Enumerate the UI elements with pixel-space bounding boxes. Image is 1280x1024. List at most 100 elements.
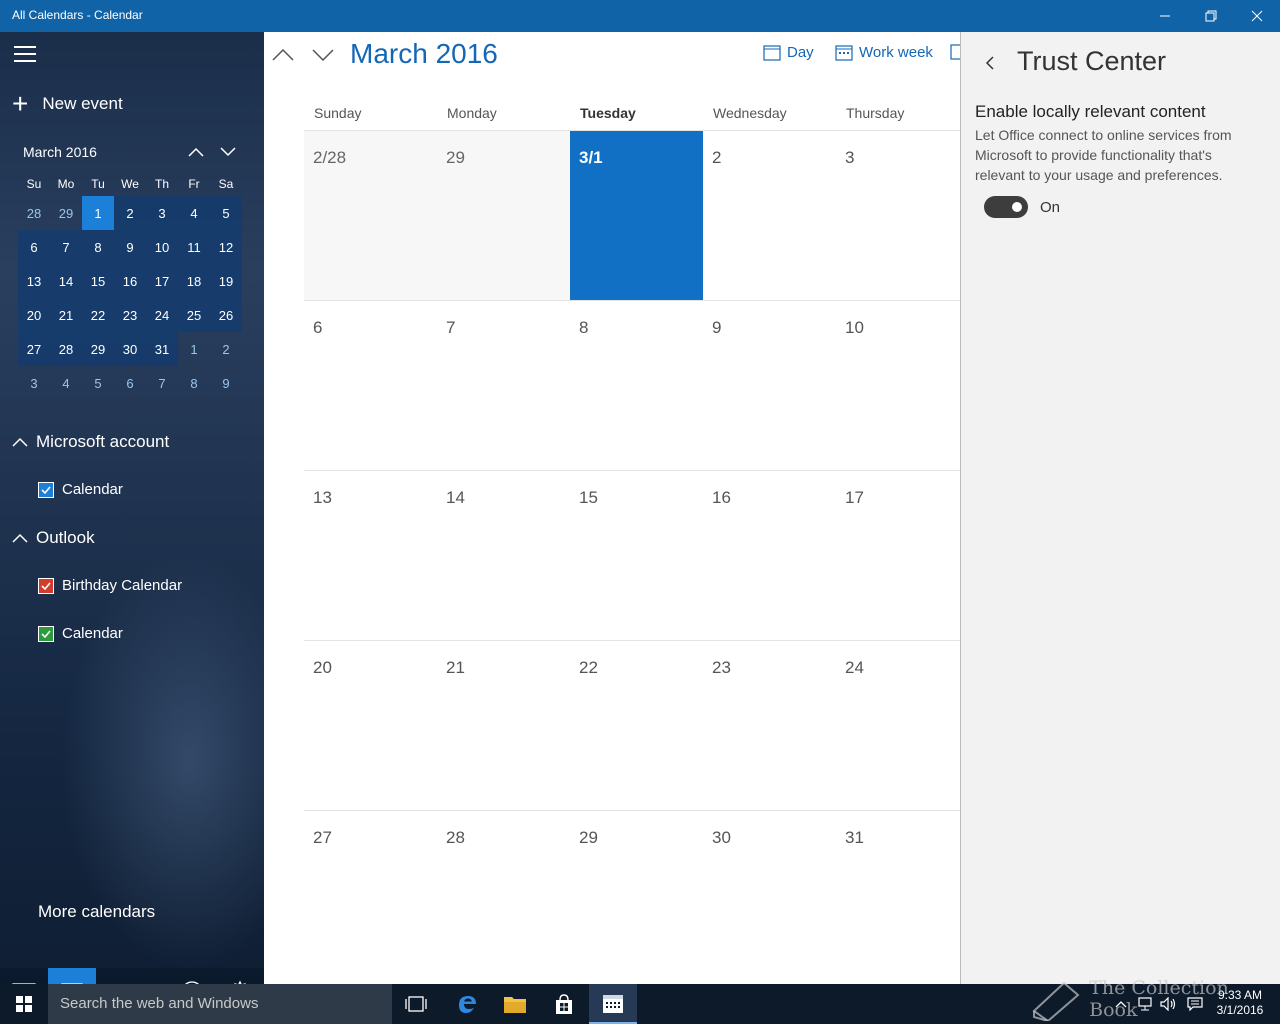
mini-calendar-next-button[interactable] [216, 142, 240, 162]
week-view-button[interactable] [950, 44, 960, 60]
mini-calendar-day[interactable]: 26 [210, 298, 242, 332]
mail-button[interactable] [0, 968, 48, 984]
close-button[interactable] [1234, 0, 1280, 32]
checkbox-checked-icon[interactable] [38, 481, 54, 498]
mini-calendar-day[interactable]: 23 [114, 298, 146, 332]
checkbox-checked-icon[interactable] [38, 625, 54, 642]
day-cell[interactable]: 3 [836, 130, 960, 300]
mini-calendar-day[interactable]: 10 [146, 230, 178, 264]
day-cell[interactable]: 20 [304, 640, 437, 810]
day-cell[interactable]: 2/28 [304, 130, 437, 300]
back-arrow-icon[interactable] [981, 54, 999, 72]
mini-calendar-day[interactable]: 2 [114, 196, 146, 230]
day-cell[interactable]: 9 [703, 300, 836, 470]
taskbar-search-input[interactable]: Search the web and Windows [48, 984, 392, 1024]
calendar-toggle-birthday-calendar[interactable]: Birthday Calendar [38, 577, 182, 594]
settings-button[interactable] [216, 968, 264, 984]
mini-calendar-day[interactable]: 11 [178, 230, 210, 264]
mini-calendar-day[interactable]: 27 [18, 332, 50, 366]
file-explorer-button[interactable] [491, 984, 539, 1024]
previous-month-button[interactable] [270, 44, 296, 66]
mini-calendar-day[interactable]: 5 [210, 196, 242, 230]
store-button[interactable] [540, 984, 588, 1024]
day-cell[interactable]: 29 [437, 130, 570, 300]
mini-calendar-day[interactable]: 29 [82, 332, 114, 366]
mini-calendar-day[interactable]: 4 [50, 366, 82, 400]
minimize-button[interactable] [1142, 0, 1188, 32]
day-cell[interactable]: 23 [703, 640, 836, 810]
day-cell[interactable]: 21 [437, 640, 570, 810]
day-cell[interactable]: 3/1 [570, 130, 703, 300]
new-event-button[interactable]: + New event [12, 90, 123, 118]
group-microsoft-account[interactable]: Microsoft account [12, 432, 169, 452]
checkbox-checked-icon[interactable] [38, 577, 54, 594]
day-cell[interactable]: 27 [304, 810, 437, 980]
mini-calendar-day[interactable]: 12 [210, 230, 242, 264]
mini-calendar-day[interactable]: 6 [114, 366, 146, 400]
mini-calendar-day[interactable]: 1 [178, 332, 210, 366]
mini-calendar-prev-button[interactable] [184, 142, 208, 162]
mini-calendar-day[interactable]: 28 [50, 332, 82, 366]
day-cell[interactable]: 14 [437, 470, 570, 640]
day-cell[interactable]: 7 [437, 300, 570, 470]
mini-calendar-day[interactable]: 30 [114, 332, 146, 366]
mini-calendar-day[interactable]: 19 [210, 264, 242, 298]
mini-calendar-day[interactable]: 22 [82, 298, 114, 332]
mini-calendar-day[interactable]: 20 [18, 298, 50, 332]
calendar-toggle-outlook-calendar[interactable]: Calendar [38, 625, 123, 642]
calendar-button[interactable] [48, 968, 96, 984]
mini-calendar-day[interactable]: 6 [18, 230, 50, 264]
mini-calendar-day[interactable]: 29 [50, 196, 82, 230]
day-cell[interactable]: 2 [703, 130, 836, 300]
work-week-view-button[interactable]: Work week [835, 44, 933, 61]
day-cell[interactable]: 28 [437, 810, 570, 980]
hamburger-menu-icon[interactable] [14, 46, 36, 62]
day-cell[interactable]: 22 [570, 640, 703, 810]
mini-calendar-day[interactable]: 4 [178, 196, 210, 230]
day-view-button[interactable]: Day [763, 44, 814, 61]
mini-calendar-day[interactable]: 31 [146, 332, 178, 366]
mini-calendar-day[interactable]: 28 [18, 196, 50, 230]
mini-calendar-day[interactable]: 17 [146, 264, 178, 298]
mini-calendar-day[interactable]: 3 [146, 196, 178, 230]
mini-calendar-day[interactable]: 3 [18, 366, 50, 400]
start-button[interactable] [0, 984, 48, 1024]
day-cell[interactable]: 8 [570, 300, 703, 470]
mini-calendar-day[interactable]: 2 [210, 332, 242, 366]
mini-calendar-day[interactable]: 5 [82, 366, 114, 400]
more-calendars-link[interactable]: More calendars [38, 902, 155, 922]
day-cell[interactable]: 13 [304, 470, 437, 640]
mini-calendar-day[interactable]: 24 [146, 298, 178, 332]
group-outlook[interactable]: Outlook [12, 528, 95, 548]
mini-calendar-day[interactable]: 1 [82, 196, 114, 230]
day-cell[interactable]: 16 [703, 470, 836, 640]
edge-button[interactable] [443, 984, 491, 1024]
mini-calendar-day[interactable]: 15 [82, 264, 114, 298]
day-cell[interactable]: 30 [703, 810, 836, 980]
calendar-app-button[interactable] [589, 984, 637, 1024]
mini-calendar-day[interactable]: 18 [178, 264, 210, 298]
calendar-toggle-microsoft-calendar[interactable]: Calendar [38, 481, 123, 498]
day-cell[interactable]: 29 [570, 810, 703, 980]
mini-calendar-day[interactable]: 21 [50, 298, 82, 332]
mini-calendar-day[interactable]: 7 [50, 230, 82, 264]
day-cell[interactable]: 6 [304, 300, 437, 470]
locally-relevant-content-toggle[interactable] [984, 196, 1028, 218]
mini-calendar-day[interactable]: 9 [210, 366, 242, 400]
feedback-button[interactable] [168, 968, 216, 984]
mini-calendar-day[interactable]: 25 [178, 298, 210, 332]
mini-calendar-day[interactable]: 8 [82, 230, 114, 264]
day-cell[interactable]: 10 [836, 300, 960, 470]
next-month-button[interactable] [310, 44, 336, 66]
day-cell[interactable]: 17 [836, 470, 960, 640]
day-cell[interactable]: 31 [836, 810, 960, 980]
task-view-button[interactable] [392, 984, 440, 1024]
mini-calendar-day[interactable]: 14 [50, 264, 82, 298]
mini-calendar-day[interactable]: 7 [146, 366, 178, 400]
mini-calendar-day[interactable]: 16 [114, 264, 146, 298]
day-cell[interactable]: 15 [570, 470, 703, 640]
mini-calendar-day[interactable]: 9 [114, 230, 146, 264]
mini-calendar-day[interactable]: 13 [18, 264, 50, 298]
mini-calendar-day[interactable]: 8 [178, 366, 210, 400]
day-cell[interactable]: 24 [836, 640, 960, 810]
